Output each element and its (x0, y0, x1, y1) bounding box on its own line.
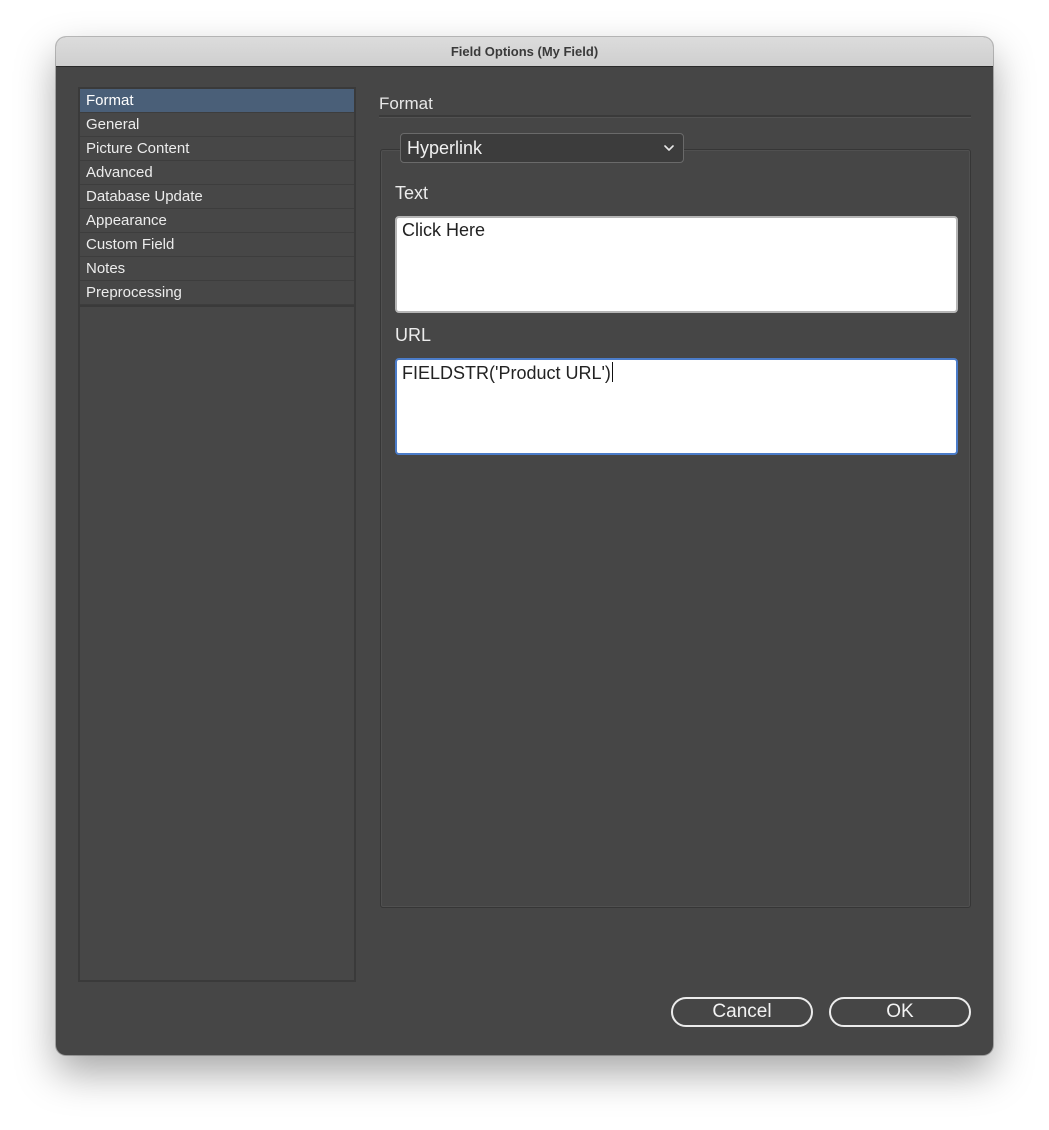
sidebar-panel: Format General Picture Content Advanced … (78, 87, 356, 982)
format-type-select[interactable]: Hyperlink (400, 133, 684, 163)
sidebar-item-database-update[interactable]: Database Update (80, 185, 354, 209)
text-field-label: Text (395, 183, 429, 203)
sidebar-item-format[interactable]: Format (80, 89, 354, 113)
ok-button[interactable]: OK (829, 997, 971, 1027)
sidebar-list: Format General Picture Content Advanced … (80, 89, 354, 307)
format-type-value: Hyperlink (407, 138, 483, 158)
section-divider (379, 115, 971, 118)
sidebar-item-notes[interactable]: Notes (80, 257, 354, 281)
text-field-value: Click Here (402, 220, 486, 240)
cancel-button[interactable]: Cancel (671, 997, 813, 1027)
url-field[interactable]: FIELDSTR('Product URL') (395, 358, 958, 455)
sidebar-item-appearance[interactable]: Appearance (80, 209, 354, 233)
sidebar-item-preprocessing[interactable]: Preprocessing (80, 281, 354, 305)
sidebar-item-general[interactable]: General (80, 113, 354, 137)
chevron-down-icon (664, 145, 674, 151)
text-field[interactable]: Click Here (395, 216, 958, 313)
section-title: Format (379, 94, 433, 113)
url-field-label: URL (395, 325, 432, 345)
field-options-dialog: Field Options (My Field) Format General … (56, 37, 993, 1055)
sidebar-item-picture-content[interactable]: Picture Content (80, 137, 354, 161)
url-field-value: FIELDSTR('Product URL') (402, 363, 611, 383)
sidebar-item-advanced[interactable]: Advanced (80, 161, 354, 185)
window-title: Field Options (My Field) (56, 37, 993, 67)
sidebar-item-custom-field[interactable]: Custom Field (80, 233, 354, 257)
text-cursor (611, 362, 613, 382)
